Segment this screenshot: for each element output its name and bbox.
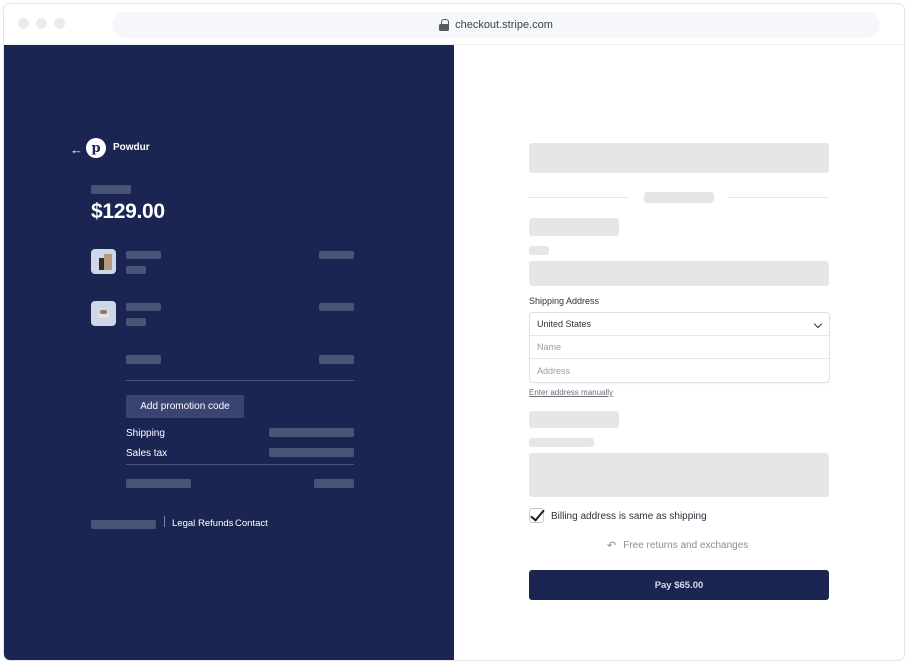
shipping-address-group: United States Name Address (529, 312, 830, 383)
skeleton-item-name (126, 251, 161, 259)
arrow-left-icon[interactable]: ← (70, 143, 83, 157)
contact-link[interactable]: Contact (235, 518, 268, 529)
country-value: United States (537, 319, 592, 329)
skeleton-label (91, 185, 131, 194)
skeleton-powered-by (91, 520, 156, 529)
enter-address-manually-link[interactable]: Enter address manually (529, 388, 613, 397)
free-returns-note: ↶ Free returns and exchanges (607, 539, 748, 552)
brand-name: Powdur (113, 142, 150, 153)
refunds-link[interactable]: Refunds (198, 518, 233, 529)
skeleton-item-price (319, 303, 354, 311)
billing-same-label: Billing address is same as shipping (551, 511, 707, 522)
window-maximize-dot[interactable] (54, 18, 65, 29)
skeleton-item-price (319, 251, 354, 259)
browser-titlebar: checkout.stripe.com (4, 4, 904, 45)
skeleton-item-name (126, 303, 161, 311)
skeleton-field-label (529, 246, 549, 255)
skeleton-shipping-value (269, 428, 354, 437)
url-text: checkout.stripe.com (455, 19, 553, 31)
product-thumbnail (91, 301, 116, 326)
skeleton-or-text (644, 192, 714, 203)
address-bar[interactable]: checkout.stripe.com (112, 12, 880, 38)
divider (529, 197, 629, 198)
country-select[interactable]: United States (530, 313, 829, 336)
chevron-down-icon (813, 319, 823, 329)
skeleton-section-heading (529, 411, 619, 428)
skeleton-sales-tax-value (269, 448, 354, 457)
billing-same-checkbox[interactable] (529, 506, 545, 523)
skeleton-subtotal-label (126, 355, 161, 364)
divider (126, 464, 354, 465)
skeleton-section-heading (529, 218, 619, 236)
divider (126, 380, 354, 381)
divider (729, 197, 829, 198)
name-placeholder: Name (537, 342, 562, 352)
address-input[interactable]: Address (530, 359, 829, 382)
legal-link[interactable]: Legal (172, 518, 195, 529)
pay-button[interactable]: Pay $65.00 (529, 570, 829, 600)
name-input[interactable]: Name (530, 336, 829, 359)
skeleton-item-qty (126, 266, 146, 274)
skeleton-total-value (314, 479, 354, 488)
footer-separator (164, 516, 165, 527)
return-arrow-icon: ↶ (607, 540, 617, 552)
skeleton-subtotal-value (319, 355, 354, 364)
address-placeholder: Address (537, 365, 571, 376)
sales-tax-label: Sales tax (126, 448, 168, 459)
lock-icon (439, 19, 450, 31)
add-promotion-code-button[interactable]: Add promotion code (126, 395, 244, 418)
skeleton-field-label (529, 438, 594, 447)
skeleton-item-qty (126, 318, 146, 326)
order-summary-panel: ← p Powdur $129.00 Add promotion code Sh… (4, 45, 454, 660)
product-thumbnail (91, 249, 116, 274)
skeleton-payment-method-input (529, 453, 829, 497)
free-returns-text: Free returns and exchanges (623, 540, 749, 551)
browser-window: checkout.stripe.com ← p Powdur $129.00 A… (4, 4, 904, 660)
payment-form-panel: Shipping Address United States Name Addr… (454, 45, 904, 660)
checkmark-icon (530, 506, 545, 522)
shipping-label: Shipping (126, 428, 165, 439)
window-minimize-dot[interactable] (36, 18, 47, 29)
skeleton-total-label (126, 479, 191, 488)
skeleton-email-input (529, 261, 829, 286)
skeleton-express-pay-button (529, 143, 829, 173)
window-close-dot[interactable] (18, 18, 29, 29)
total-price: $129.00 (91, 200, 165, 223)
brand-logo: p (86, 138, 106, 158)
shipping-address-label: Shipping Address (529, 296, 600, 306)
